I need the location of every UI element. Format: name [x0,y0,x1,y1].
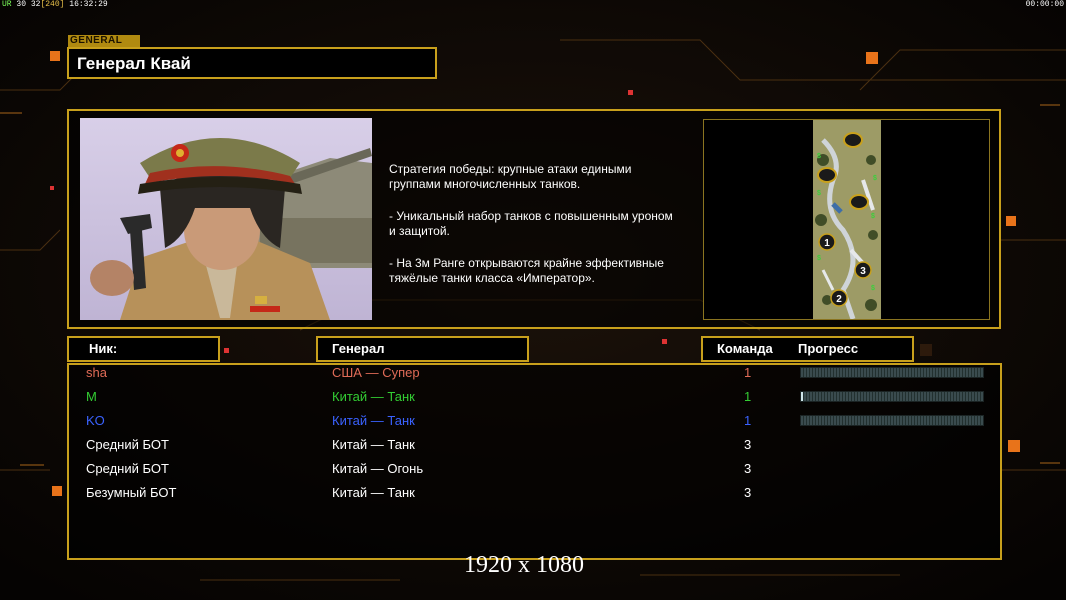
player-nick: KO [86,413,105,428]
game-timer: 00:00:00 [1025,0,1064,9]
description-line: Стратегия победы: крупные атаки едиными … [389,162,632,191]
player-nick: Средний БОТ [86,461,169,476]
svg-text:$: $ [817,190,821,197]
general-portrait [80,118,372,320]
player-team: 3 [744,461,752,476]
general-tag: GENERAL [68,35,140,47]
player-team: 3 [744,437,752,452]
column-header-team-progress: Команда Прогресс [701,336,914,362]
svg-text:$: $ [871,285,875,292]
general-name: Генерал Квай [77,54,191,73]
player-team: 1 [744,389,752,404]
player-row: Средний БОТ Китай — Танк 3 [0,435,935,455]
svg-text:$: $ [871,213,875,220]
player-faction: Китай — Танк [332,485,415,500]
player-faction: Китай — Танк [332,413,415,428]
player-faction: Китай — Огонь [332,461,424,476]
loading-progress-bar [800,391,984,402]
player-team: 3 [744,485,752,500]
player-faction: Китай — Танк [332,389,415,404]
player-row: KO Китай — Танк 1 [0,411,984,431]
start-slot-1: 1 [824,238,830,249]
start-slot-2: 2 [836,294,842,305]
player-nick: Средний БОТ [86,437,169,452]
description-line: - Уникальный набор танков с повышенным у… [389,209,673,238]
player-team: 1 [744,413,752,428]
svg-text:$: $ [817,153,821,160]
player-team: 1 [744,365,752,380]
column-header-general: Генерал [316,336,529,362]
resolution-label: 1920 x 1080 [464,552,584,578]
general-description: Стратегия победы: крупные атаки едиными … [389,162,699,303]
player-nick: Безумный БОТ [86,485,177,500]
fps-counter: UR 30 32[240] 16:32:29 [2,0,108,9]
loading-progress-bar [800,367,984,378]
player-row: Средний БОТ Китай — Огонь 3 [0,459,935,479]
map-preview: 1 2 3 $ $ $ $ $ $ [813,120,881,319]
column-header-team: Команда [717,341,773,356]
description-line: - На 3м Ранге открываются крайне эффекти… [389,256,664,285]
player-nick: M [86,389,97,404]
svg-text:$: $ [817,255,821,262]
player-row: sha США — Супер 1 [0,363,984,383]
column-header-progress: Прогресс [798,341,859,356]
loading-progress-bar [800,415,984,426]
player-faction: Китай — Танк [332,437,415,452]
player-row: M Китай — Танк 1 [0,387,984,407]
loading-progress-fill [801,392,803,401]
general-title-box: Генерал Квай [67,47,437,79]
start-slot-3: 3 [860,266,866,277]
column-header-nick: Ник: [67,336,220,362]
player-row: Безумный БОТ Китай — Танк 3 [0,483,935,503]
svg-text:$: $ [873,175,877,182]
player-faction: США — Супер [332,365,420,380]
player-nick: sha [86,365,107,380]
